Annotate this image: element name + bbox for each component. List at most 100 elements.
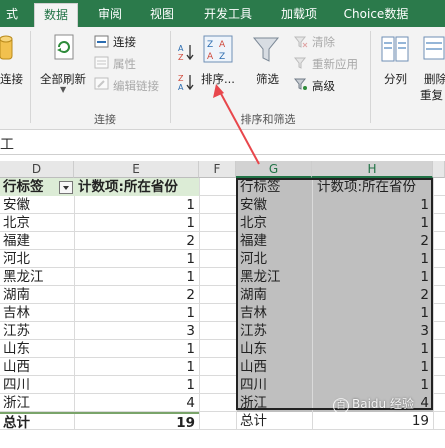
table-row[interactable]: 吉林 1 吉林 1: [0, 304, 445, 322]
pivot-province-cell[interactable]: 吉林: [0, 304, 74, 322]
copy-count-cell[interactable]: 1: [313, 376, 433, 394]
get-external-connect-button[interactable]: 连接: [0, 71, 23, 87]
table-row[interactable]: 河北 1 河北 1: [0, 250, 445, 268]
worksheet-grid[interactable]: 行标签 计数项:所在省份 行标签 计数项:所在省份 安徽 1 安徽 1 北京 1…: [0, 178, 445, 430]
copy-count-cell[interactable]: 3: [313, 322, 433, 340]
copy-count-cell[interactable]: 1: [313, 304, 433, 322]
pivot-province-cell[interactable]: 福建: [0, 232, 74, 250]
connections-button[interactable]: 连接: [113, 34, 136, 50]
pivot-province-cell[interactable]: 江苏: [0, 322, 74, 340]
pivot-total-label[interactable]: 总计: [0, 412, 74, 430]
advanced-filter-icon: [293, 77, 308, 94]
column-header-d[interactable]: D: [0, 161, 74, 178]
table-row[interactable]: 四川 1 四川 1: [0, 376, 445, 394]
tab-data[interactable]: 数据: [34, 3, 78, 27]
column-header-e[interactable]: E: [74, 161, 199, 178]
pivot-province-cell[interactable]: 浙江: [0, 394, 74, 412]
pivot-province-cell[interactable]: 黑龙江: [0, 268, 74, 286]
table-row[interactable]: 安徽 1 安徽 1: [0, 196, 445, 214]
pivot-count-cell[interactable]: 2: [74, 286, 199, 304]
copy-count-cell[interactable]: 1: [313, 250, 433, 268]
column-header-g[interactable]: G: [236, 161, 312, 178]
tab-formulas[interactable]: 式: [0, 3, 24, 27]
tab-choice-data[interactable]: Choice数据: [338, 3, 414, 27]
copy-province-cell[interactable]: 浙江: [237, 394, 312, 412]
copy-count-cell[interactable]: 1: [313, 214, 433, 232]
pivot-count-header[interactable]: 计数项:所在省份: [74, 178, 199, 196]
text-to-columns-button[interactable]: 分列: [384, 71, 407, 87]
table-row[interactable]: 总计 19 总计 19: [0, 412, 445, 430]
pivot-count-cell[interactable]: 1: [74, 196, 199, 214]
table-row[interactable]: 福建 2 福建 2: [0, 232, 445, 250]
pivot-province-cell[interactable]: 山西: [0, 358, 74, 376]
filter-button[interactable]: 筛选: [256, 71, 279, 87]
clear-button[interactable]: 清除: [312, 34, 335, 50]
column-header-h[interactable]: H: [312, 161, 433, 178]
tab-view[interactable]: 视图: [140, 3, 184, 27]
copy-province-cell[interactable]: 湖南: [237, 286, 312, 304]
sort-button[interactable]: 排序...: [201, 71, 235, 87]
copy-province-cell[interactable]: 安徽: [237, 196, 312, 214]
table-row[interactable]: 北京 1 北京 1: [0, 214, 445, 232]
row-label-filter-dropdown[interactable]: [59, 181, 73, 194]
remove-duplicates-button[interactable]: 删除: [424, 71, 445, 87]
pivot-count-cell[interactable]: 1: [74, 358, 199, 376]
copy-row-label-header[interactable]: 行标签: [237, 178, 312, 196]
tab-review[interactable]: 审阅: [88, 3, 132, 27]
copy-count-cell[interactable]: 1: [313, 268, 433, 286]
chevron-down-icon[interactable]: ▼: [60, 85, 66, 94]
copy-province-cell[interactable]: 河北: [237, 250, 312, 268]
copy-province-cell[interactable]: 江苏: [237, 322, 312, 340]
edit-links-icon: [94, 77, 110, 94]
copy-count-cell[interactable]: 2: [313, 232, 433, 250]
remove-duplicates-icon: [422, 35, 445, 68]
pivot-province-cell[interactable]: 四川: [0, 376, 74, 394]
pivot-province-cell[interactable]: 河北: [0, 250, 74, 268]
pivot-province-cell[interactable]: 北京: [0, 214, 74, 232]
tab-addins[interactable]: 加载项: [272, 3, 326, 27]
copy-province-cell[interactable]: 四川: [237, 376, 312, 394]
copy-total-label[interactable]: 总计: [237, 412, 312, 430]
copy-count-cell[interactable]: 1: [313, 340, 433, 358]
copy-province-cell[interactable]: 福建: [237, 232, 312, 250]
tab-developer[interactable]: 开发工具: [196, 3, 260, 27]
pivot-count-cell[interactable]: 1: [74, 250, 199, 268]
group-separator: [170, 31, 171, 123]
copy-province-cell[interactable]: 黑龙江: [237, 268, 312, 286]
pivot-count-cell[interactable]: 1: [74, 340, 199, 358]
copy-total-value[interactable]: 19: [313, 412, 433, 430]
copy-count-cell[interactable]: 1: [313, 358, 433, 376]
pivot-count-cell[interactable]: 1: [74, 376, 199, 394]
pivot-province-cell[interactable]: 湖南: [0, 286, 74, 304]
table-row[interactable]: 山西 1 山西 1: [0, 358, 445, 376]
table-row[interactable]: 黑龙江 1 黑龙江 1: [0, 268, 445, 286]
edit-links-button[interactable]: 编辑链接: [113, 78, 159, 94]
copy-count-cell[interactable]: 2: [313, 286, 433, 304]
pivot-total-value[interactable]: 19: [74, 412, 199, 430]
copy-province-cell[interactable]: 山东: [237, 340, 312, 358]
properties-button[interactable]: 属性: [113, 56, 136, 72]
table-row[interactable]: 江苏 3 江苏 3: [0, 322, 445, 340]
pivot-count-cell[interactable]: 2: [74, 232, 199, 250]
advanced-button[interactable]: 高级: [312, 78, 335, 94]
pivot-province-cell[interactable]: 安徽: [0, 196, 74, 214]
column-header-f[interactable]: F: [199, 161, 236, 178]
reapply-button[interactable]: 重新应用: [312, 56, 358, 72]
pivot-count-cell[interactable]: 1: [74, 268, 199, 286]
copy-count-cell[interactable]: 1: [313, 196, 433, 214]
sort-ascending-icon[interactable]: A Z: [178, 43, 196, 64]
column-header-i[interactable]: [433, 161, 445, 178]
pivot-province-cell[interactable]: 山东: [0, 340, 74, 358]
copy-province-cell[interactable]: 北京: [237, 214, 312, 232]
sort-descending-icon[interactable]: Z A: [178, 73, 196, 96]
table-row[interactable]: 湖南 2 湖南 2: [0, 286, 445, 304]
table-row[interactable]: 山东 1 山东 1: [0, 340, 445, 358]
pivot-count-cell[interactable]: 1: [74, 214, 199, 232]
copy-province-cell[interactable]: 山西: [237, 358, 312, 376]
pivot-count-cell[interactable]: 3: [74, 322, 199, 340]
copy-province-cell[interactable]: 吉林: [237, 304, 312, 322]
copy-count-header[interactable]: 计数项:所在省份: [313, 178, 433, 196]
formula-bar[interactable]: 工: [0, 131, 445, 155]
pivot-count-cell[interactable]: 4: [74, 394, 199, 412]
pivot-count-cell[interactable]: 1: [74, 304, 199, 322]
